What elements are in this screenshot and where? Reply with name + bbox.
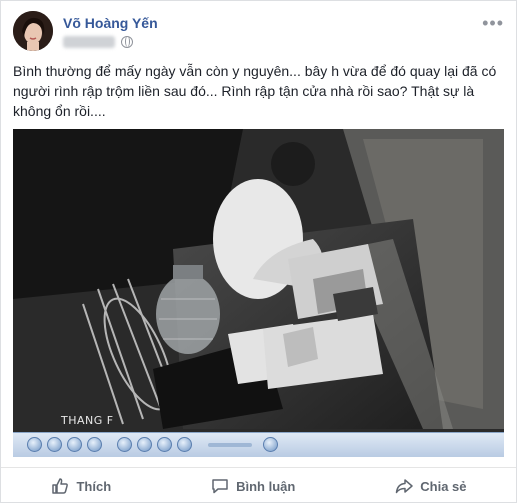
post-text: Bình thường để mấy ngày vẫn còn y nguyên… bbox=[13, 63, 497, 119]
cctv-frame bbox=[13, 129, 504, 457]
fullscreen-icon[interactable] bbox=[263, 437, 278, 452]
next-icon[interactable] bbox=[137, 437, 152, 452]
post-actions: Thích Bình luận Chia sẻ bbox=[1, 467, 516, 504]
share-button[interactable]: Chia sẻ bbox=[384, 472, 476, 500]
like-button[interactable]: Thích bbox=[40, 472, 121, 500]
video-timestamp-label: THANG F bbox=[61, 414, 114, 427]
avatar[interactable] bbox=[13, 11, 53, 51]
thumbs-up-icon bbox=[52, 478, 69, 494]
facebook-post: Võ Hoàng Yến ••• Bình thường để mấy ngày… bbox=[0, 0, 517, 503]
play-icon[interactable] bbox=[27, 437, 42, 452]
post-meta bbox=[63, 35, 133, 49]
rewind-icon[interactable] bbox=[67, 437, 82, 452]
post-header: Võ Hoàng Yến ••• bbox=[13, 11, 504, 55]
share-icon bbox=[396, 479, 414, 494]
fast-forward-icon[interactable] bbox=[87, 437, 102, 452]
stop-icon[interactable] bbox=[47, 437, 62, 452]
avatar-image bbox=[13, 11, 53, 51]
video-controls bbox=[13, 432, 504, 457]
ellipsis-icon[interactable]: ••• bbox=[482, 13, 504, 34]
globe-icon[interactable] bbox=[121, 36, 133, 48]
comment-icon bbox=[212, 479, 228, 494]
snapshot-icon[interactable] bbox=[157, 437, 172, 452]
comment-label: Bình luận bbox=[236, 478, 296, 494]
like-label: Thích bbox=[76, 478, 112, 494]
volume-icon[interactable] bbox=[177, 437, 192, 452]
comment-button[interactable]: Bình luận bbox=[200, 472, 305, 500]
author-name[interactable]: Võ Hoàng Yến bbox=[63, 15, 158, 31]
seek-slider[interactable] bbox=[208, 443, 252, 447]
previous-icon[interactable] bbox=[117, 437, 132, 452]
post-video[interactable]: THANG F bbox=[13, 129, 504, 457]
share-label: Chia sẻ bbox=[420, 478, 467, 494]
post-timestamp-blurred[interactable] bbox=[63, 36, 115, 48]
